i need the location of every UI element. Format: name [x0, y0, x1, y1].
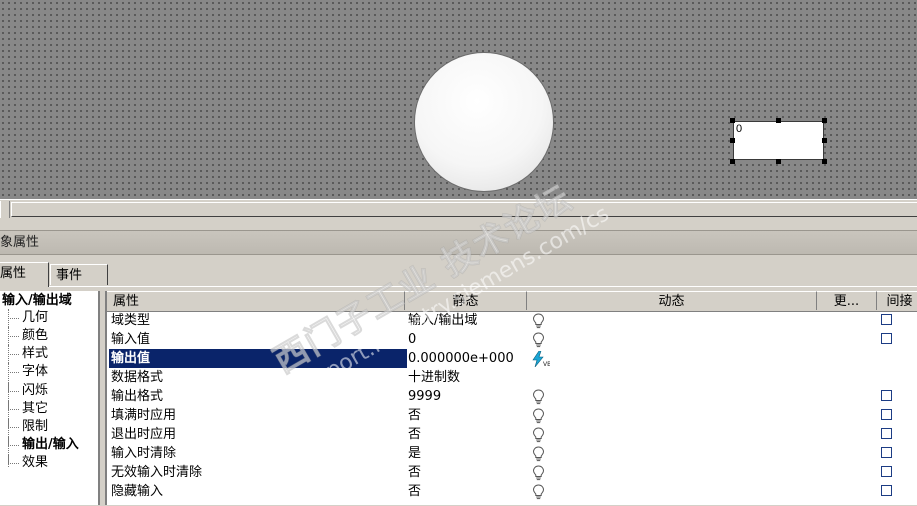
lightbulb-icon[interactable]	[532, 313, 545, 329]
table-row[interactable]: 输出格式 9999	[107, 387, 917, 406]
tree-item-label: 限制	[22, 419, 49, 434]
tree-item-flashing[interactable]: 闪烁	[8, 382, 48, 400]
table-row[interactable]: 隐藏输入 否	[107, 482, 917, 501]
table-row[interactable]: 输入时清除 是	[107, 444, 917, 463]
row-property-name: 填满时应用	[111, 408, 177, 423]
selection-handle-top-right[interactable]	[822, 118, 827, 123]
tree-item-style[interactable]: 样式	[8, 345, 48, 363]
circle-object[interactable]	[414, 52, 554, 192]
tree-item-label: 效果	[22, 455, 49, 470]
indirect-checkbox[interactable]	[881, 485, 892, 496]
scroll-left-button[interactable]	[0, 201, 10, 218]
row-static-value[interactable]: 是	[408, 444, 526, 463]
tab-bar: 属性 事件	[0, 262, 917, 287]
indirect-checkbox[interactable]	[881, 409, 892, 420]
indirect-checkbox[interactable]	[881, 314, 892, 325]
tree-item-label: 闪烁	[22, 383, 49, 398]
row-property-name: 输入时清除	[111, 446, 177, 461]
lightbulb-icon[interactable]	[532, 332, 545, 348]
selection-handle-middle-right[interactable]	[822, 138, 827, 143]
lightbulb-icon[interactable]	[532, 484, 545, 500]
tree-item-font[interactable]: 字体	[8, 363, 48, 381]
io-field-value: 0	[736, 123, 743, 135]
row-static-value[interactable]: 十进制数	[408, 368, 526, 387]
tree-item-label: 其它	[22, 401, 49, 416]
lightbulb-icon[interactable]	[532, 427, 545, 443]
row-static-value[interactable]: 0.000000e+000	[408, 349, 526, 368]
lightbulb-icon[interactable]	[532, 465, 545, 481]
row-static-value[interactable]: 否	[408, 406, 526, 425]
indirect-checkbox[interactable]	[881, 428, 892, 439]
header-indirect[interactable]: 间接	[877, 291, 917, 310]
selection-handle-top-center[interactable]	[776, 118, 781, 123]
io-field-object[interactable]: 0	[733, 121, 824, 160]
lightbulb-icon[interactable]	[532, 446, 545, 462]
row-static-value[interactable]: 0	[408, 330, 526, 349]
property-table: 属性 静态 动态 更... 间接 域类型 输入/输出域输入值 0 输出值 0.00000…	[105, 291, 917, 505]
object-properties-title: 象属性	[0, 230, 917, 255]
header-dynamic[interactable]: 动态	[527, 291, 817, 310]
tree-item-output-input[interactable]: 输出/输入	[8, 436, 79, 454]
tree-root[interactable]: 输入/输出域	[2, 292, 72, 309]
table-header: 属性 静态 动态 更... 间接	[107, 291, 917, 312]
row-static-value[interactable]: 否	[408, 482, 526, 501]
tree-item-label: 几何	[22, 310, 49, 325]
tree-item-miscellaneous[interactable]: 其它	[8, 400, 48, 418]
indirect-checkbox[interactable]	[881, 390, 892, 401]
indirect-checkbox[interactable]	[881, 466, 892, 477]
property-tree: 输入/输出域 几何 颜色 样式 字体 闪烁 其它 限制 输出/输入 效果	[0, 291, 100, 505]
row-property-name: 域类型	[111, 313, 151, 328]
tree-item-effects[interactable]: 效果	[8, 454, 48, 472]
selection-handle-middle-left[interactable]	[730, 138, 735, 143]
tree-item-label: 颜色	[22, 328, 49, 343]
row-property-name: 输出格式	[111, 389, 164, 404]
lightbulb-icon[interactable]	[532, 408, 545, 424]
tree-item-label: 输出/输入	[22, 437, 79, 452]
table-row[interactable]: 输入值 0	[107, 330, 917, 349]
selection-handle-bottom-right[interactable]	[822, 159, 827, 164]
svg-text:VB: VB	[543, 361, 550, 367]
tree-item-geometry[interactable]: 几何	[8, 309, 48, 327]
row-property-name: 数据格式	[111, 370, 164, 385]
tab-properties-label: 属性	[0, 266, 27, 281]
header-more[interactable]: 更...	[817, 291, 877, 310]
vbs-action-lightning-icon[interactable]: VB	[532, 350, 551, 368]
table-row[interactable]: 退出时应用 否	[107, 425, 917, 444]
tab-events[interactable]: 事件	[50, 264, 108, 285]
panel-title-text: 象属性	[0, 235, 40, 250]
tab-properties[interactable]: 属性	[0, 262, 49, 287]
table-row[interactable]: 输出值 0.000000e+000 VB	[107, 349, 917, 368]
table-row[interactable]: 数据格式 十进制数	[107, 368, 917, 387]
row-static-value[interactable]: 否	[408, 425, 526, 444]
tree-item-colors[interactable]: 颜色	[8, 327, 48, 345]
table-row[interactable]: 无效输入时清除 否	[107, 463, 917, 482]
indirect-checkbox[interactable]	[881, 447, 892, 458]
selection-handle-bottom-left[interactable]	[730, 159, 735, 164]
header-property[interactable]: 属性	[107, 291, 405, 310]
selection-handle-top-left[interactable]	[730, 118, 735, 123]
lightbulb-icon[interactable]	[532, 389, 545, 405]
tree-item-limits[interactable]: 限制	[8, 418, 48, 436]
scrollbar-thumb[interactable]	[11, 202, 917, 217]
header-static[interactable]: 静态	[405, 291, 527, 310]
row-property-name: 隐藏输入	[111, 484, 164, 499]
indirect-checkbox[interactable]	[881, 333, 892, 344]
selection-handle-bottom-center[interactable]	[776, 159, 781, 164]
tree-item-label: 字体	[22, 364, 49, 379]
row-property-name: 输入值	[111, 332, 151, 347]
tree-item-label: 样式	[22, 346, 49, 361]
row-property-name: 无效输入时清除	[111, 465, 203, 480]
row-static-value[interactable]: 否	[408, 463, 526, 482]
graphics-canvas[interactable]: 0	[0, 0, 917, 199]
tab-events-label: 事件	[56, 268, 83, 283]
horizontal-scrollbar[interactable]	[0, 199, 917, 219]
table-row[interactable]: 域类型 输入/输出域	[107, 311, 917, 330]
row-property-name: 输出值	[109, 349, 407, 368]
row-property-name: 退出时应用	[111, 427, 177, 442]
row-static-value[interactable]: 9999	[408, 387, 526, 406]
table-row[interactable]: 填满时应用 否	[107, 406, 917, 425]
row-static-value[interactable]: 输入/输出域	[408, 311, 526, 330]
